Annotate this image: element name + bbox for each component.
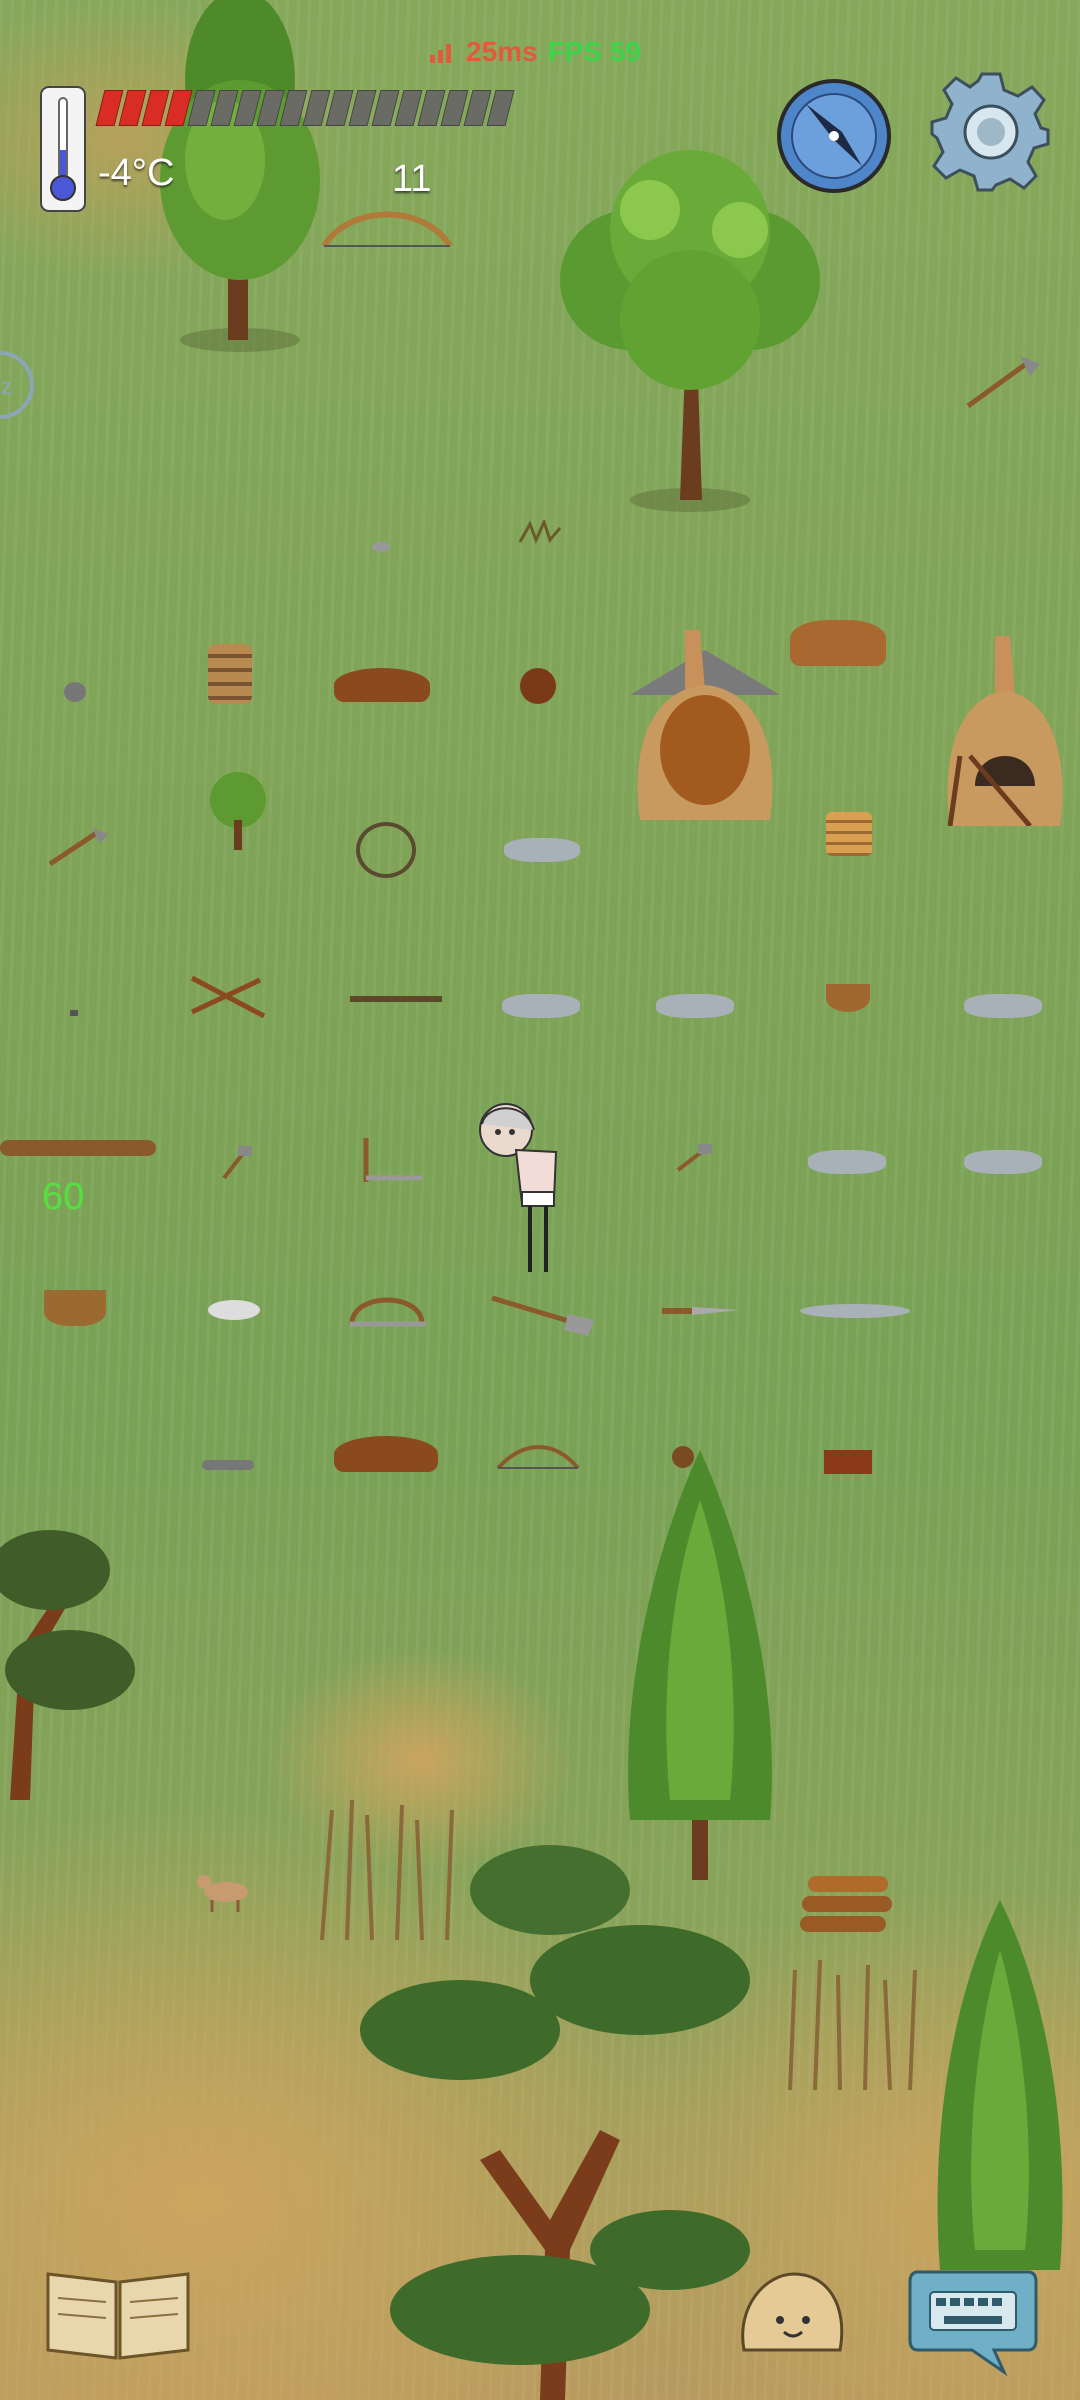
sharp-stone[interactable] [502, 994, 580, 1018]
signal-icon [430, 44, 451, 63]
compass-icon[interactable] [776, 78, 892, 194]
hammer[interactable] [220, 1144, 254, 1180]
ping-label: 25ms [466, 36, 538, 67]
stick[interactable] [202, 1460, 254, 1470]
adobe-oven[interactable] [940, 636, 1070, 826]
bow-saw[interactable] [360, 1136, 424, 1184]
dirt-pile[interactable] [334, 1436, 438, 1472]
skull[interactable] [208, 1300, 260, 1320]
emote-icon[interactable] [736, 2266, 848, 2362]
temperature-label: -4°C [98, 152, 175, 194]
bow-drill[interactable] [494, 1440, 582, 1472]
sharp-stone[interactable] [808, 1150, 886, 1174]
kindling[interactable] [188, 972, 268, 1022]
game-world[interactable] [0, 0, 1080, 2400]
svg-text:zz: zz [0, 374, 12, 399]
keyboard-icon[interactable] [908, 2262, 1038, 2376]
fps-label: FPS 59 [547, 36, 642, 67]
seed[interactable] [70, 1010, 78, 1016]
tree[interactable] [530, 140, 850, 520]
kiln[interactable] [630, 630, 780, 820]
round-stone[interactable] [64, 682, 86, 702]
sapling[interactable] [206, 770, 270, 856]
gear-icon[interactable] [930, 70, 1052, 192]
sharp-stone[interactable] [656, 994, 734, 1018]
hammer[interactable] [674, 1142, 716, 1172]
plate-stack[interactable] [826, 812, 872, 856]
flint-chip[interactable] [372, 542, 390, 552]
player-character[interactable] [476, 1100, 576, 1280]
sharp-stone[interactable] [964, 1150, 1042, 1174]
pine-cone[interactable] [520, 668, 556, 704]
age-label: 60 [42, 1176, 85, 1218]
flint-blade[interactable] [800, 1304, 910, 1318]
saw[interactable] [346, 1288, 428, 1332]
reeds[interactable] [780, 1960, 920, 2090]
clay-bowl[interactable] [826, 984, 870, 1012]
grass-tuft[interactable] [518, 517, 562, 544]
bow-item[interactable] [320, 204, 454, 250]
hatchet[interactable] [46, 826, 112, 867]
long-shaft[interactable] [350, 996, 442, 1002]
book-icon[interactable] [44, 2262, 192, 2362]
network-status: 25ms FPS 59 [430, 36, 641, 68]
sharp-stone[interactable] [504, 838, 580, 862]
seed-pod[interactable] [672, 1446, 694, 1468]
knife[interactable] [662, 1304, 740, 1316]
tree[interactable] [920, 1900, 1080, 2280]
pine-tree[interactable] [0, 1500, 140, 1800]
basket[interactable] [44, 1290, 106, 1326]
hatchet[interactable] [964, 354, 1044, 410]
firewood-pile[interactable] [798, 1856, 898, 1938]
sharp-stone[interactable] [964, 994, 1042, 1018]
wild-animal[interactable] [196, 1866, 254, 1914]
reeds[interactable] [312, 1800, 462, 1940]
food-meter [95, 90, 515, 126]
dirt-pile[interactable] [334, 668, 430, 702]
yum-counter: 11 [392, 158, 432, 200]
clay-brick[interactable] [824, 1450, 872, 1474]
shovel[interactable] [488, 1294, 600, 1338]
rope[interactable] [356, 822, 416, 878]
basket-stack[interactable] [208, 644, 252, 704]
tree-stump[interactable] [790, 620, 886, 666]
log[interactable] [0, 1140, 156, 1156]
sleep-icon[interactable]: zz [0, 350, 34, 420]
thermometer-icon [40, 86, 86, 212]
